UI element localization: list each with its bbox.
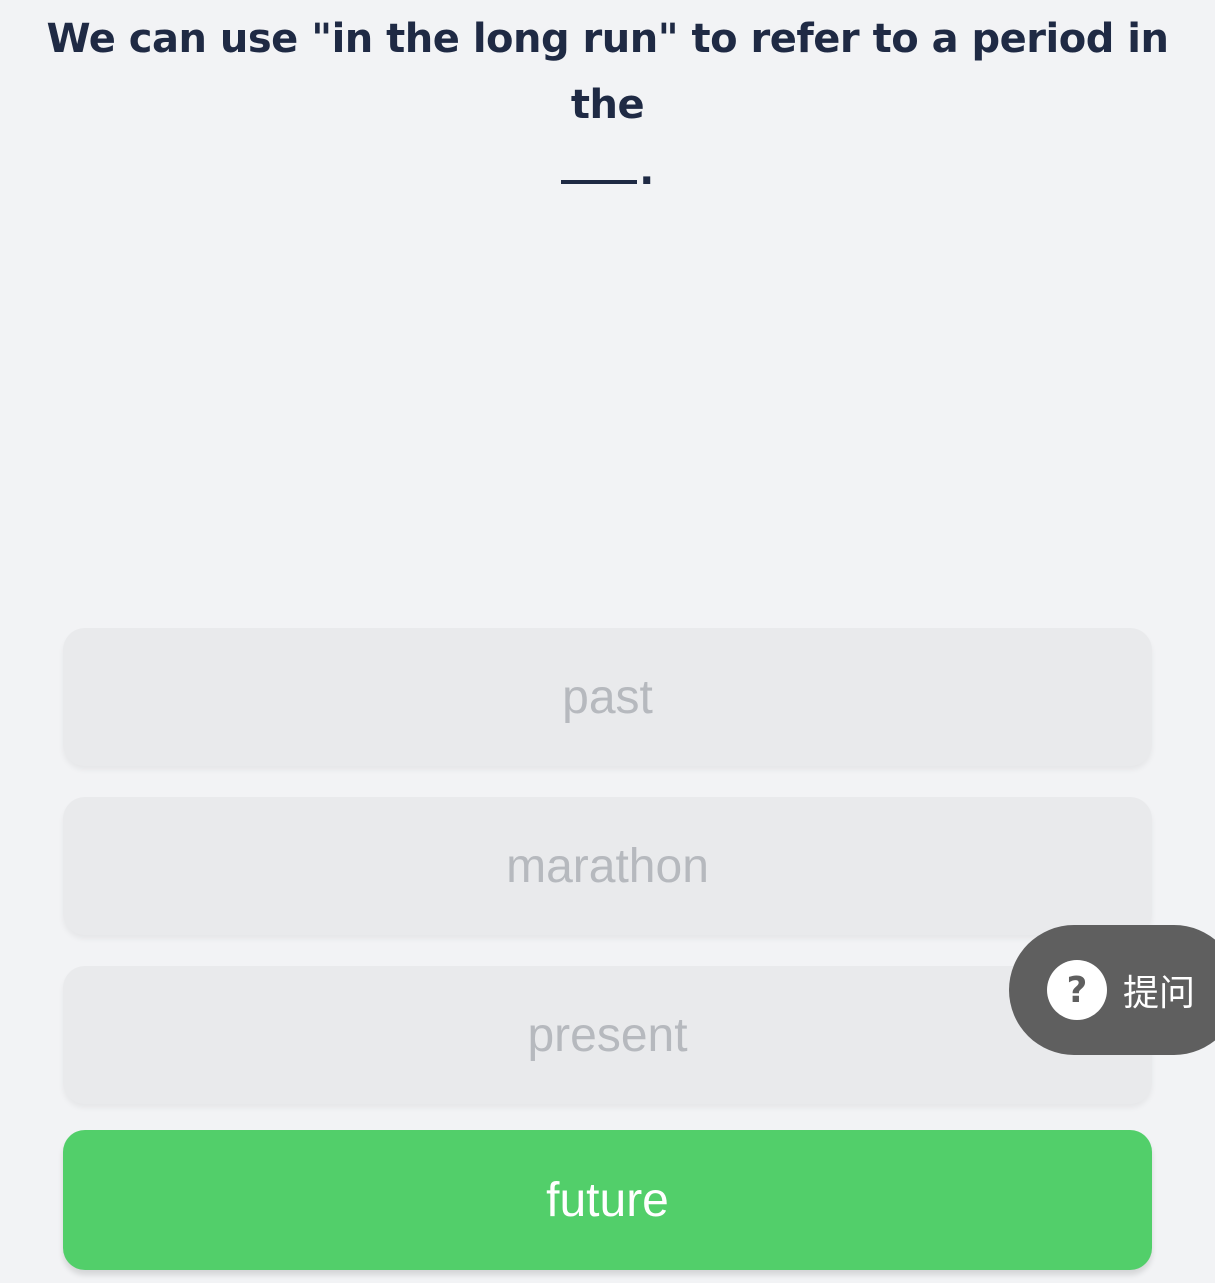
- question-prompt: We can use "in the long run" to refer to…: [46, 16, 1169, 128]
- option-marathon[interactable]: marathon: [63, 797, 1152, 935]
- option-label: present: [527, 1008, 688, 1062]
- option-present[interactable]: present: [63, 966, 1152, 1104]
- ask-question-button[interactable]: ? 提问: [1009, 925, 1215, 1055]
- option-label: future: [546, 1173, 669, 1227]
- option-past[interactable]: past: [63, 628, 1152, 766]
- option-label: past: [562, 670, 653, 724]
- question-text: We can use "in the long run" to refer to…: [40, 6, 1175, 204]
- question-circle-icon: ?: [1047, 960, 1107, 1020]
- question-suffix: .: [639, 148, 654, 194]
- answer-blank: [561, 142, 638, 184]
- option-future[interactable]: future: [63, 1130, 1152, 1270]
- option-label: marathon: [506, 839, 709, 893]
- ask-button-label: 提问: [1123, 973, 1196, 1014]
